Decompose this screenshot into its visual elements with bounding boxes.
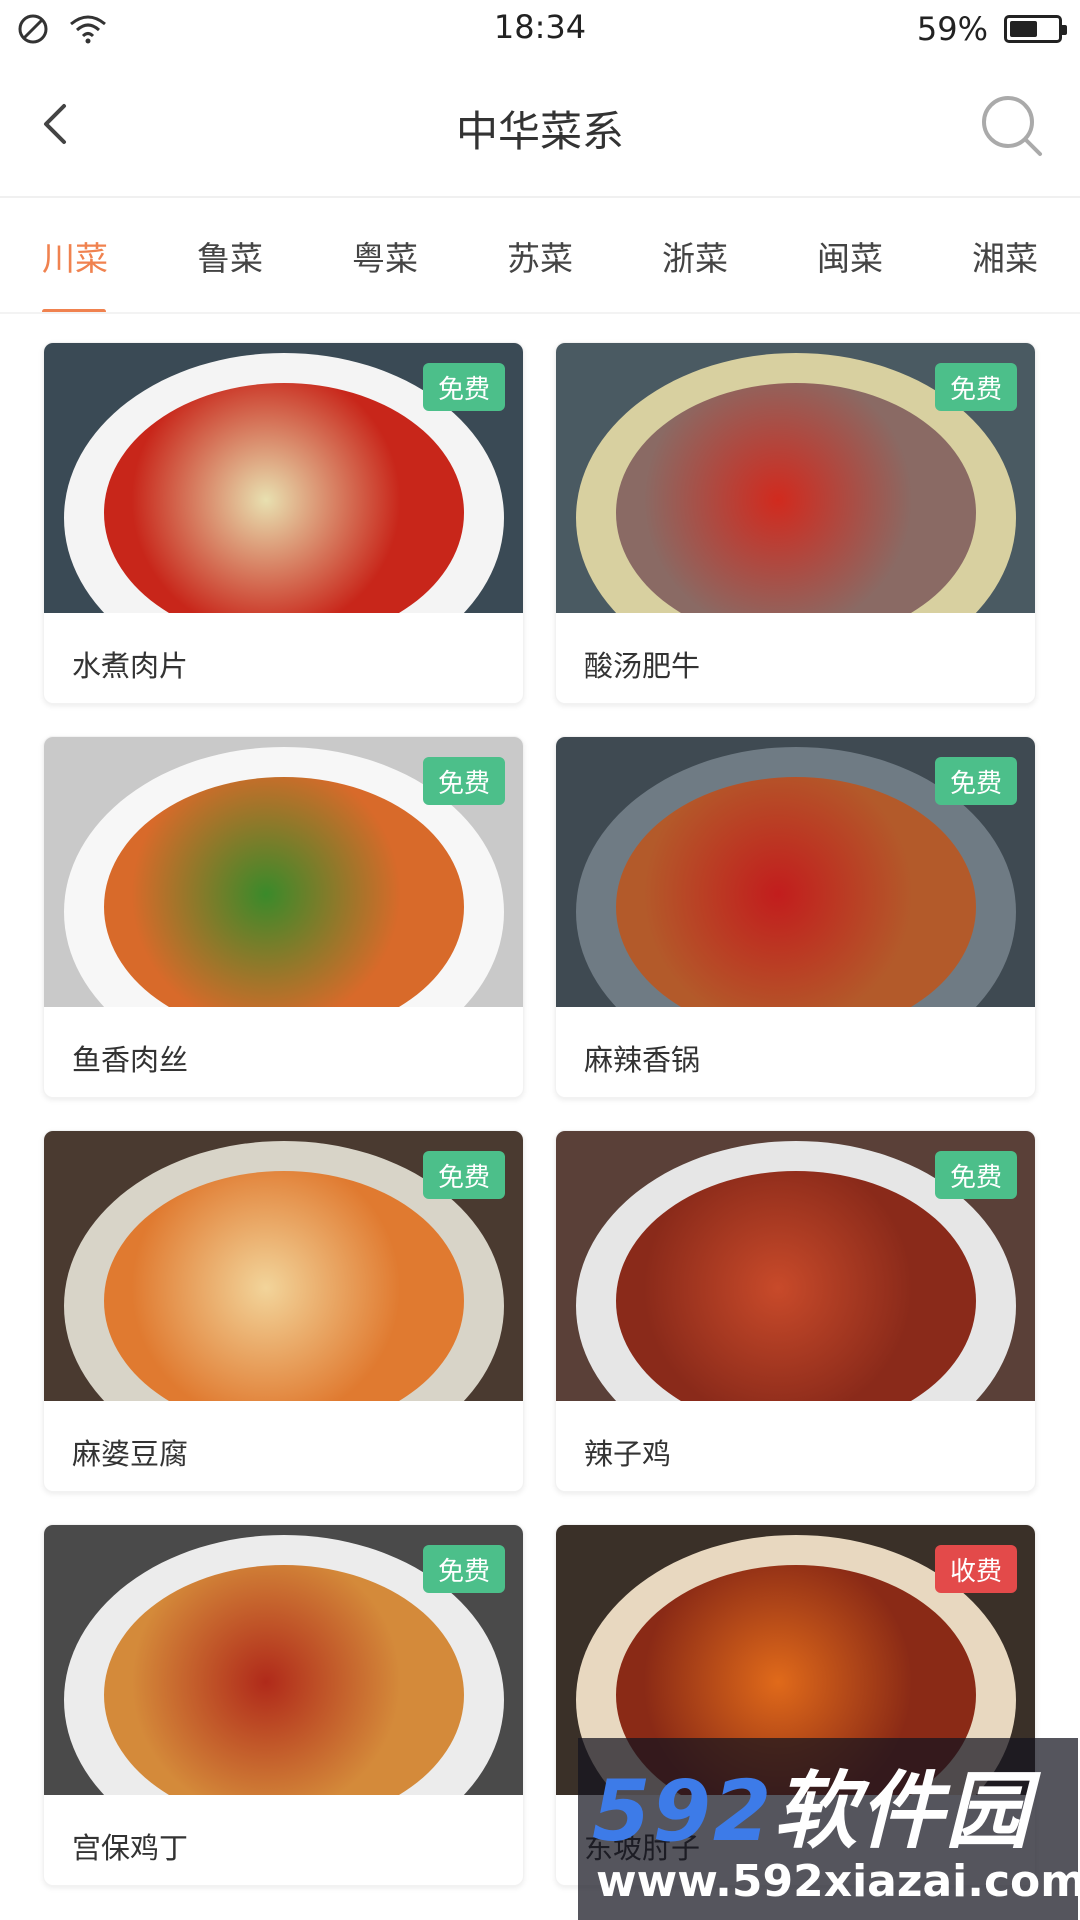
status-icons-right: 59% bbox=[916, 10, 1067, 48]
tab-0[interactable]: 川菜 bbox=[0, 198, 150, 314]
recipe-title: 麻辣香锅 bbox=[584, 1043, 701, 1077]
recipe-image: 免费 bbox=[44, 1525, 523, 1795]
recipe-title: 辣子鸡 bbox=[584, 1437, 672, 1471]
tabs-divider bbox=[0, 312, 1080, 314]
recipe-title: 麻婆豆腐 bbox=[72, 1437, 189, 1471]
watermark-number: 592 bbox=[592, 1762, 774, 1860]
recipe-title: 宫保鸡丁 bbox=[72, 1831, 189, 1865]
price-badge: 免费 bbox=[935, 363, 1017, 411]
recipe-image: 免费 bbox=[44, 1131, 523, 1401]
recipe-image: 免费 bbox=[44, 343, 523, 613]
recipe-card[interactable]: 免费宫保鸡丁 bbox=[43, 1524, 524, 1886]
watermark-text: 软件园 bbox=[773, 1762, 1032, 1860]
recipe-title: 酸汤肥牛 bbox=[584, 649, 701, 683]
watermark-url: www.592xiazai.com bbox=[596, 1856, 1080, 1907]
battery-level bbox=[1010, 21, 1038, 37]
price-badge: 免费 bbox=[423, 1151, 505, 1199]
recipe-card[interactable]: 免费酸汤肥牛 bbox=[555, 342, 1036, 704]
recipe-image: 免费 bbox=[556, 343, 1035, 613]
recipe-card[interactable]: 免费水煮肉片 bbox=[43, 342, 524, 704]
price-badge: 免费 bbox=[935, 757, 1017, 805]
tab-3[interactable]: 苏菜 bbox=[465, 198, 615, 314]
watermark-brand: 592软件园 bbox=[592, 1744, 1031, 1865]
tab-5[interactable]: 闽菜 bbox=[775, 198, 925, 314]
watermark: 592软件园 www.592xiazai.com bbox=[578, 1738, 1080, 1920]
battery-percent: 59% bbox=[916, 10, 988, 48]
price-badge: 免费 bbox=[423, 757, 505, 805]
page-title: 中华菜系 bbox=[455, 107, 624, 156]
price-badge: 免费 bbox=[423, 1545, 505, 1593]
recipe-card[interactable]: 免费麻婆豆腐 bbox=[43, 1130, 524, 1492]
recipe-card[interactable]: 免费辣子鸡 bbox=[555, 1130, 1036, 1492]
status-bar: 18:34 59% bbox=[0, 0, 1080, 56]
price-badge: 免费 bbox=[423, 363, 505, 411]
tab-1[interactable]: 鲁菜 bbox=[155, 198, 305, 314]
tab-4[interactable]: 浙菜 bbox=[620, 198, 770, 314]
search-button[interactable] bbox=[978, 92, 1046, 160]
recipe-image: 免费 bbox=[556, 737, 1035, 1007]
recipe-title: 鱼香肉丝 bbox=[72, 1043, 189, 1077]
battery-icon bbox=[1004, 15, 1067, 43]
recipe-title: 水煮肉片 bbox=[72, 649, 189, 683]
recipe-card[interactable]: 免费鱼香肉丝 bbox=[43, 736, 524, 1098]
price-badge: 免费 bbox=[935, 1151, 1017, 1199]
tab-6[interactable]: 湘菜 bbox=[930, 198, 1080, 314]
search-icon bbox=[982, 96, 1042, 156]
recipe-image: 免费 bbox=[556, 1131, 1035, 1401]
header: 中华菜系 bbox=[0, 70, 1080, 180]
recipe-card[interactable]: 免费麻辣香锅 bbox=[555, 736, 1036, 1098]
cuisine-tabs: 川菜 鲁菜 粤菜 苏菜 浙菜 闽菜 湘菜 bbox=[0, 198, 1080, 314]
recipe-image: 免费 bbox=[44, 737, 523, 1007]
price-badge: 收费 bbox=[935, 1545, 1017, 1593]
recipe-grid: 免费 水煮肉片 免费 酸汤肥牛 免费 鱼香肉丝 免费 麻辣香锅 免费 麻婆豆腐 免费 辣子鸡 免费 宫保鸡… bbox=[43, 342, 1037, 1886]
tab-2[interactable]: 粤菜 bbox=[310, 198, 460, 314]
